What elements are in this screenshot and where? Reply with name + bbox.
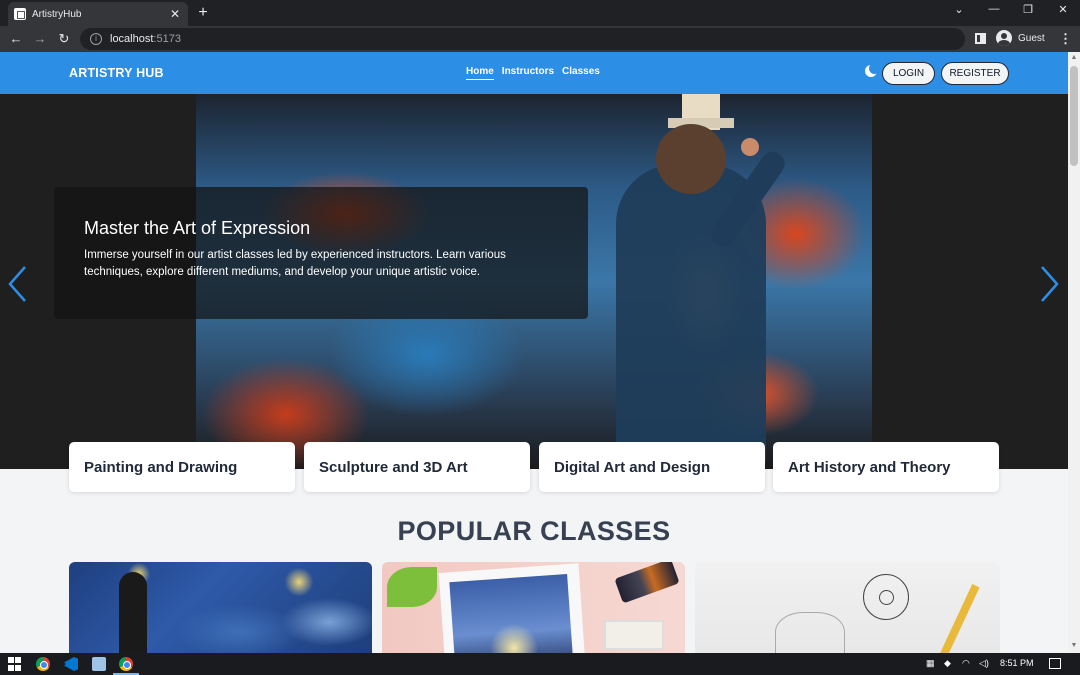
url-port: :5173 bbox=[153, 33, 181, 45]
nav-link-classes[interactable]: Classes bbox=[562, 66, 600, 80]
minimize-icon[interactable]: — bbox=[984, 3, 1004, 15]
vase-sketch-shape bbox=[775, 612, 845, 653]
os-taskbar: ▦ ◆ ◠ ◁) 8:51 PM bbox=[0, 653, 1080, 675]
category-card-sculpture[interactable]: Sculpture and 3D Art bbox=[304, 442, 530, 492]
site-info-icon[interactable]: i bbox=[90, 33, 102, 45]
browser-menu-icon[interactable]: ⋮ bbox=[1059, 31, 1072, 47]
new-tab-button[interactable]: + bbox=[196, 4, 210, 22]
windows-start-icon[interactable] bbox=[8, 657, 22, 671]
profile-label: Guest bbox=[1018, 32, 1045, 44]
hero-text: Immerse yourself in our artist classes l… bbox=[84, 249, 506, 278]
nav-link-home[interactable]: Home bbox=[466, 66, 494, 80]
browser-toolbar: ← → ↻ i localhost:5173 Guest ⋮ bbox=[0, 26, 1080, 52]
vscode-icon[interactable] bbox=[64, 657, 78, 671]
notification-icon[interactable] bbox=[1049, 658, 1061, 669]
login-button[interactable]: LOGIN bbox=[882, 62, 935, 85]
scroll-up-icon[interactable]: ▲ bbox=[1070, 54, 1078, 61]
pencil-shape bbox=[938, 584, 980, 653]
url-host: localhost bbox=[110, 33, 154, 45]
scroll-thumb[interactable] bbox=[1070, 66, 1078, 166]
category-card-history[interactable]: Art History and Theory bbox=[773, 442, 999, 492]
tab-search-icon[interactable]: ⌄ bbox=[949, 3, 969, 16]
address-bar[interactable]: i localhost:5173 bbox=[80, 28, 965, 50]
tab-close-icon[interactable]: ✕ bbox=[168, 7, 182, 21]
class-card-starry-night[interactable] bbox=[69, 562, 372, 653]
flower-sketch-shape bbox=[863, 574, 909, 620]
nav-links: Home Instructors Classes bbox=[466, 66, 600, 80]
artist-hand bbox=[741, 138, 759, 156]
browser-tab[interactable]: ArtistryHub ✕ bbox=[8, 2, 188, 26]
security-icon[interactable]: ◆ bbox=[944, 658, 951, 669]
site-navbar: ARTISTRY HUB Home Instructors Classes LO… bbox=[0, 52, 1068, 94]
popular-classes-heading: POPULAR CLASSES bbox=[397, 516, 671, 546]
cypress-shape bbox=[119, 572, 147, 653]
forward-icon[interactable]: → bbox=[32, 31, 48, 46]
favicon-icon bbox=[14, 8, 26, 20]
tab-title: ArtistryHub bbox=[32, 8, 82, 20]
back-icon[interactable]: ← bbox=[8, 31, 24, 46]
chevron-right-icon[interactable] bbox=[1038, 264, 1060, 304]
restore-icon[interactable]: ❐ bbox=[1018, 3, 1038, 16]
paint-tubes-shape bbox=[614, 562, 680, 604]
nav-link-instructors[interactable]: Instructors bbox=[502, 66, 554, 80]
wifi-icon[interactable]: ◠ bbox=[962, 658, 970, 669]
notepad-icon[interactable] bbox=[92, 657, 106, 671]
hero-carousel: Master the Art of Expression Immerse you… bbox=[0, 94, 1068, 469]
hero-caption: Master the Art of Expression Immerse you… bbox=[54, 187, 588, 319]
chrome-icon[interactable] bbox=[36, 657, 50, 671]
volume-icon[interactable]: ◁) bbox=[979, 658, 989, 669]
side-panel-icon[interactable] bbox=[975, 33, 986, 44]
chrome-active-icon[interactable] bbox=[119, 657, 133, 671]
page-scrollbar[interactable]: ▲ ▼ bbox=[1068, 52, 1080, 653]
register-button[interactable]: REGISTER bbox=[941, 62, 1009, 85]
class-card-watercolor[interactable] bbox=[382, 562, 685, 653]
site-brand[interactable]: ARTISTRY HUB bbox=[69, 66, 164, 80]
close-window-icon[interactable]: ✕ bbox=[1053, 3, 1073, 16]
category-card-digital[interactable]: Digital Art and Design bbox=[539, 442, 765, 492]
reload-icon[interactable]: ↻ bbox=[56, 31, 72, 47]
scroll-down-icon[interactable]: ▼ bbox=[1070, 642, 1078, 649]
palette-shape bbox=[604, 620, 664, 650]
profile-button[interactable]: Guest bbox=[996, 30, 1045, 46]
page-viewport: ARTISTRY HUB Home Instructors Classes LO… bbox=[0, 52, 1068, 653]
category-card-painting[interactable]: Painting and Drawing bbox=[69, 442, 295, 492]
painting-shape bbox=[438, 563, 586, 653]
moon-icon[interactable] bbox=[865, 63, 880, 77]
hero-title: Master the Art of Expression bbox=[84, 218, 311, 238]
artist-head bbox=[656, 124, 726, 194]
chevron-left-icon[interactable] bbox=[7, 264, 29, 304]
clock-time[interactable]: 8:51 PM bbox=[1000, 658, 1034, 668]
plant-shape bbox=[387, 567, 437, 607]
browser-tab-bar: ArtistryHub ✕ + ⌄ — ❐ ✕ bbox=[0, 0, 1080, 26]
class-card-sketch[interactable] bbox=[695, 562, 1000, 653]
avatar-icon bbox=[996, 30, 1012, 46]
tray-apps-icon[interactable]: ▦ bbox=[926, 658, 935, 669]
